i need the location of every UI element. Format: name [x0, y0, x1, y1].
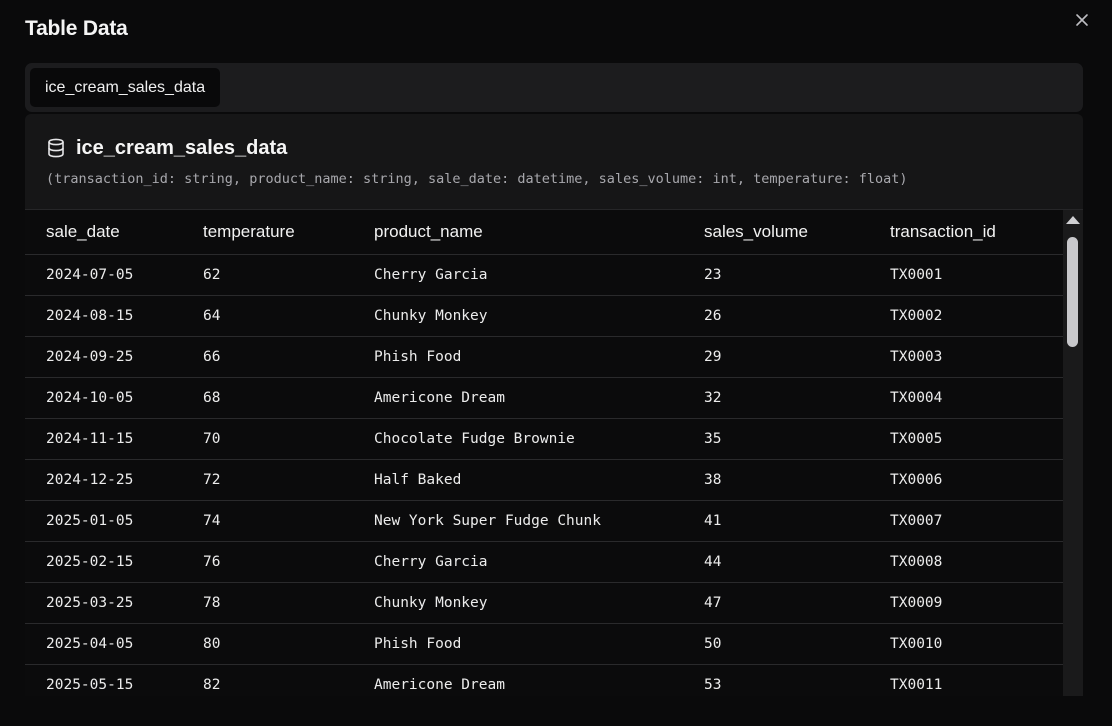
cell-product-name: Chunky Monkey	[374, 582, 704, 624]
table-row[interactable]: 2024-11-15 70 Chocolate Fudge Brownie 35 TX0…	[25, 418, 1063, 460]
cell-sale-date: 2024-11-15	[25, 418, 203, 460]
table-row[interactable]: 2025-01-05 74 New York Super Fudge Chunk 41…	[25, 500, 1063, 542]
cell-sales-volume: 41	[704, 500, 890, 542]
cell-temperature: 78	[203, 582, 374, 624]
table-tabs: ice_cream_sales_data	[25, 63, 1083, 112]
cell-sales-volume: 29	[704, 336, 890, 378]
cell-sale-date: 2024-09-25	[25, 336, 203, 378]
cell-temperature: 66	[203, 336, 374, 378]
table-name: ice_cream_sales_data	[76, 137, 288, 159]
cell-product-name: Americone Dream	[374, 664, 704, 696]
cell-sales-volume: 44	[704, 541, 890, 583]
table-row[interactable]: 2025-05-15 82 Americone Dream 53 TX0011	[25, 664, 1063, 696]
table-schema: (transaction_id: string, product_name: s…	[46, 171, 908, 187]
cell-transaction-id: TX0010	[890, 623, 1063, 665]
cell-product-name: Half Baked	[374, 459, 704, 501]
cell-product-name: New York Super Fudge Chunk	[374, 500, 704, 542]
data-table: sale_date temperature product_name sales…	[25, 210, 1063, 696]
cell-sales-volume: 26	[704, 295, 890, 337]
column-header-product-name[interactable]: product_name	[374, 210, 704, 255]
cell-temperature: 70	[203, 418, 374, 460]
cell-transaction-id: TX0006	[890, 459, 1063, 501]
cell-sale-date: 2024-08-15	[25, 295, 203, 337]
cell-sale-date: 2025-03-25	[25, 582, 203, 624]
cell-sales-volume: 38	[704, 459, 890, 501]
table-row[interactable]: 2024-08-15 64 Chunky Monkey 26 TX0002	[25, 295, 1063, 337]
tab-ice-cream-sales-data[interactable]: ice_cream_sales_data	[30, 68, 221, 107]
table-row[interactable]: 2024-10-05 68 Americone Dream 32 TX0004	[25, 377, 1063, 419]
scrollbar-thumb[interactable]	[1067, 237, 1078, 347]
table-row[interactable]: 2024-09-25 66 Phish Food 29 TX0003	[25, 336, 1063, 378]
cell-transaction-id: TX0008	[890, 541, 1063, 583]
cell-transaction-id: TX0003	[890, 336, 1063, 378]
cell-product-name: Chunky Monkey	[374, 295, 704, 337]
cell-transaction-id: TX0009	[890, 582, 1063, 624]
cell-product-name: Cherry Garcia	[374, 541, 704, 583]
cell-sale-date: 2025-02-15	[25, 541, 203, 583]
cell-temperature: 82	[203, 664, 374, 696]
cell-temperature: 74	[203, 500, 374, 542]
cell-product-name: Phish Food	[374, 623, 704, 665]
table-panel: ice_cream_sales_data (transaction_id: st…	[25, 114, 1083, 696]
cell-transaction-id: TX0007	[890, 500, 1063, 542]
data-grid: sale_date temperature product_name sales…	[25, 210, 1063, 696]
cell-temperature: 68	[203, 377, 374, 419]
cell-product-name: Cherry Garcia	[374, 254, 704, 296]
vertical-scrollbar[interactable]	[1063, 210, 1083, 696]
cell-temperature: 64	[203, 295, 374, 337]
cell-sale-date: 2024-07-05	[25, 254, 203, 296]
cell-sales-volume: 32	[704, 377, 890, 419]
cell-product-name: Chocolate Fudge Brownie	[374, 418, 704, 460]
cell-sale-date: 2024-10-05	[25, 377, 203, 419]
cell-sales-volume: 53	[704, 664, 890, 696]
table-row[interactable]: 2024-07-05 62 Cherry Garcia 23 TX0001	[25, 254, 1063, 296]
database-icon	[48, 138, 64, 158]
table-row[interactable]: 2025-02-15 76 Cherry Garcia 44 TX0008	[25, 541, 1063, 583]
cell-transaction-id: TX0011	[890, 664, 1063, 696]
table-body: 2024-07-05 62 Cherry Garcia 23 TX0001 2024-08…	[25, 254, 1063, 696]
close-button[interactable]	[1072, 10, 1092, 30]
table-row[interactable]: 2025-04-05 80 Phish Food 50 TX0010	[25, 623, 1063, 665]
modal-title: Table Data	[25, 17, 128, 40]
column-header-sales-volume[interactable]: sales_volume	[704, 210, 890, 255]
cell-sales-volume: 50	[704, 623, 890, 665]
column-header-temperature[interactable]: temperature	[203, 210, 374, 255]
cell-transaction-id: TX0001	[890, 254, 1063, 296]
cell-temperature: 62	[203, 254, 374, 296]
cell-product-name: Americone Dream	[374, 377, 704, 419]
cell-temperature: 72	[203, 459, 374, 501]
header-row: sale_date temperature product_name sales…	[25, 210, 1063, 255]
column-header-transaction-id[interactable]: transaction_id	[890, 210, 1063, 255]
cell-transaction-id: TX0002	[890, 295, 1063, 337]
column-header-sale-date[interactable]: sale_date	[25, 210, 203, 255]
cell-sales-volume: 23	[704, 254, 890, 296]
cell-sales-volume: 35	[704, 418, 890, 460]
cell-sale-date: 2025-04-05	[25, 623, 203, 665]
cell-transaction-id: TX0005	[890, 418, 1063, 460]
cell-sales-volume: 47	[704, 582, 890, 624]
scroll-up-arrow-icon[interactable]	[1066, 216, 1080, 224]
cell-temperature: 80	[203, 623, 374, 665]
cell-sale-date: 2024-12-25	[25, 459, 203, 501]
table-data-modal: Table Data ice_cream_sales_data ice_crea…	[0, 0, 1112, 726]
cell-sale-date: 2025-05-15	[25, 664, 203, 696]
cell-product-name: Phish Food	[374, 336, 704, 378]
cell-sale-date: 2025-01-05	[25, 500, 203, 542]
table-row[interactable]: 2025-03-25 78 Chunky Monkey 47 TX0009	[25, 582, 1063, 624]
table-row[interactable]: 2024-12-25 72 Half Baked 38 TX0006	[25, 459, 1063, 501]
cell-transaction-id: TX0004	[890, 377, 1063, 419]
cell-temperature: 76	[203, 541, 374, 583]
close-icon	[1076, 14, 1088, 26]
table-header: ice_cream_sales_data (transaction_id: st…	[25, 114, 1083, 210]
